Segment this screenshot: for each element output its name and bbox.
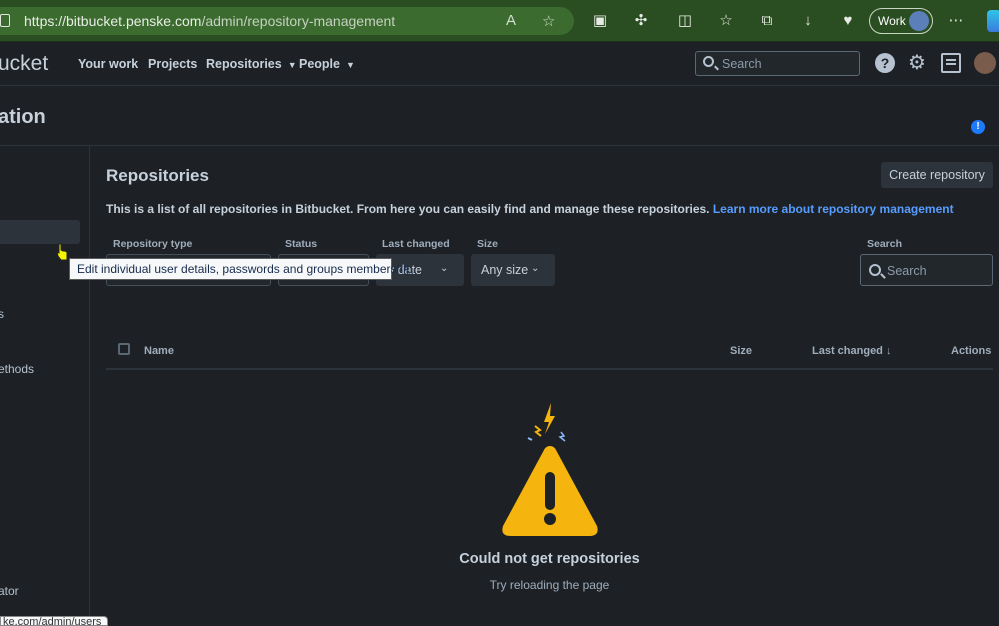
size-select[interactable]: Any size ⌄ — [471, 254, 555, 286]
description-text: This is a list of all repositories in Bi… — [106, 202, 954, 216]
address-bar[interactable]: https://bitbucket.penske.com/admin/repos… — [0, 7, 574, 35]
help-icon[interactable]: ? — [875, 53, 895, 73]
last-changed-label: Last changed — [382, 238, 450, 250]
sidebar-item-selected[interactable] — [0, 220, 80, 244]
header-search-input[interactable]: Search — [695, 51, 860, 76]
column-header-last-changed[interactable]: Last changed ↓ — [812, 345, 891, 357]
sidebar-item-methods[interactable]: ethods — [0, 362, 34, 376]
more-menu-icon[interactable]: ⋯ — [946, 11, 966, 31]
browser-essentials-icon[interactable]: ♥ — [838, 11, 858, 31]
extension-app-icon[interactable]: ▣ — [590, 11, 610, 31]
gear-icon[interactable]: ⚙ — [907, 53, 927, 73]
size-label: Size — [477, 238, 499, 250]
search-label: Search — [867, 238, 903, 250]
column-header-actions: Actions — [951, 345, 992, 357]
favorites-icon[interactable]: ☆ — [716, 11, 736, 31]
chevron-down-icon: ⌄ — [531, 263, 540, 274]
nav-repositories[interactable]: Repositories ▼ — [206, 57, 297, 71]
table-header-divider — [106, 368, 993, 370]
empty-state-subtitle: Try reloading the page — [489, 578, 610, 592]
nav-your-work[interactable]: Your work — [78, 57, 138, 71]
select-all-checkbox[interactable] — [118, 343, 130, 355]
sidebar-item[interactable]: s — [0, 307, 4, 321]
divider — [0, 145, 999, 146]
column-header-name[interactable]: Name — [144, 345, 174, 357]
favorite-star-icon[interactable]: ☆ — [542, 12, 555, 30]
browser-toolbar: https://bitbucket.penske.com/admin/repos… — [0, 0, 999, 42]
learn-more-link[interactable]: Learn more about repository management — [713, 202, 954, 216]
empty-state-title: Could not get repositories — [459, 551, 640, 567]
status-label: Status — [285, 238, 318, 250]
chevron-down-icon: ⌄ — [440, 263, 449, 274]
lock-icon[interactable] — [0, 14, 10, 27]
hand-cursor-icon — [56, 243, 68, 261]
collections-icon[interactable]: ⧉ — [757, 11, 777, 31]
tooltip: Edit individual user details, passwords … — [69, 258, 416, 280]
extensions-puzzle-icon[interactable]: ✣ — [631, 11, 651, 31]
arrow-down-icon: ↓ — [885, 345, 892, 357]
search-icon — [869, 264, 881, 276]
search-icon — [703, 56, 714, 67]
read-aloud-icon[interactable]: A — [506, 12, 516, 29]
page-title: ation — [0, 106, 46, 128]
release-notes-icon[interactable] — [941, 53, 961, 73]
repository-search-input[interactable]: Search — [860, 254, 993, 286]
address-url[interactable]: https://bitbucket.penske.com/admin/repos… — [24, 13, 395, 29]
nav-projects[interactable]: Projects — [148, 57, 197, 71]
split-screen-icon[interactable]: ◫ — [675, 11, 695, 31]
info-icon[interactable]: ! — [971, 120, 985, 134]
create-repository-button[interactable]: Create repository — [881, 162, 993, 188]
chevron-down-icon: ▼ — [287, 60, 297, 70]
column-header-size[interactable]: Size — [730, 345, 752, 357]
user-avatar[interactable] — [974, 52, 996, 74]
nav-people[interactable]: People ▼ — [299, 57, 355, 71]
warning-triangle-icon — [502, 403, 598, 536]
downloads-icon[interactable]: ↓ — [798, 11, 818, 31]
chevron-down-icon: ▼ — [346, 60, 355, 70]
bitbucket-logo[interactable]: ucket — [0, 52, 48, 76]
profile-button[interactable]: Work — [869, 8, 933, 34]
repository-type-label: Repository type — [113, 238, 193, 250]
profile-avatar — [909, 11, 929, 31]
profile-label: Work — [878, 14, 906, 28]
app-header: ucket Your work Projects Repositories ▼ P… — [0, 42, 999, 86]
status-bar-url: ke.com/admin/users — [0, 616, 108, 626]
copilot-icon[interactable] — [987, 10, 999, 32]
section-heading: Repositories — [106, 166, 209, 185]
